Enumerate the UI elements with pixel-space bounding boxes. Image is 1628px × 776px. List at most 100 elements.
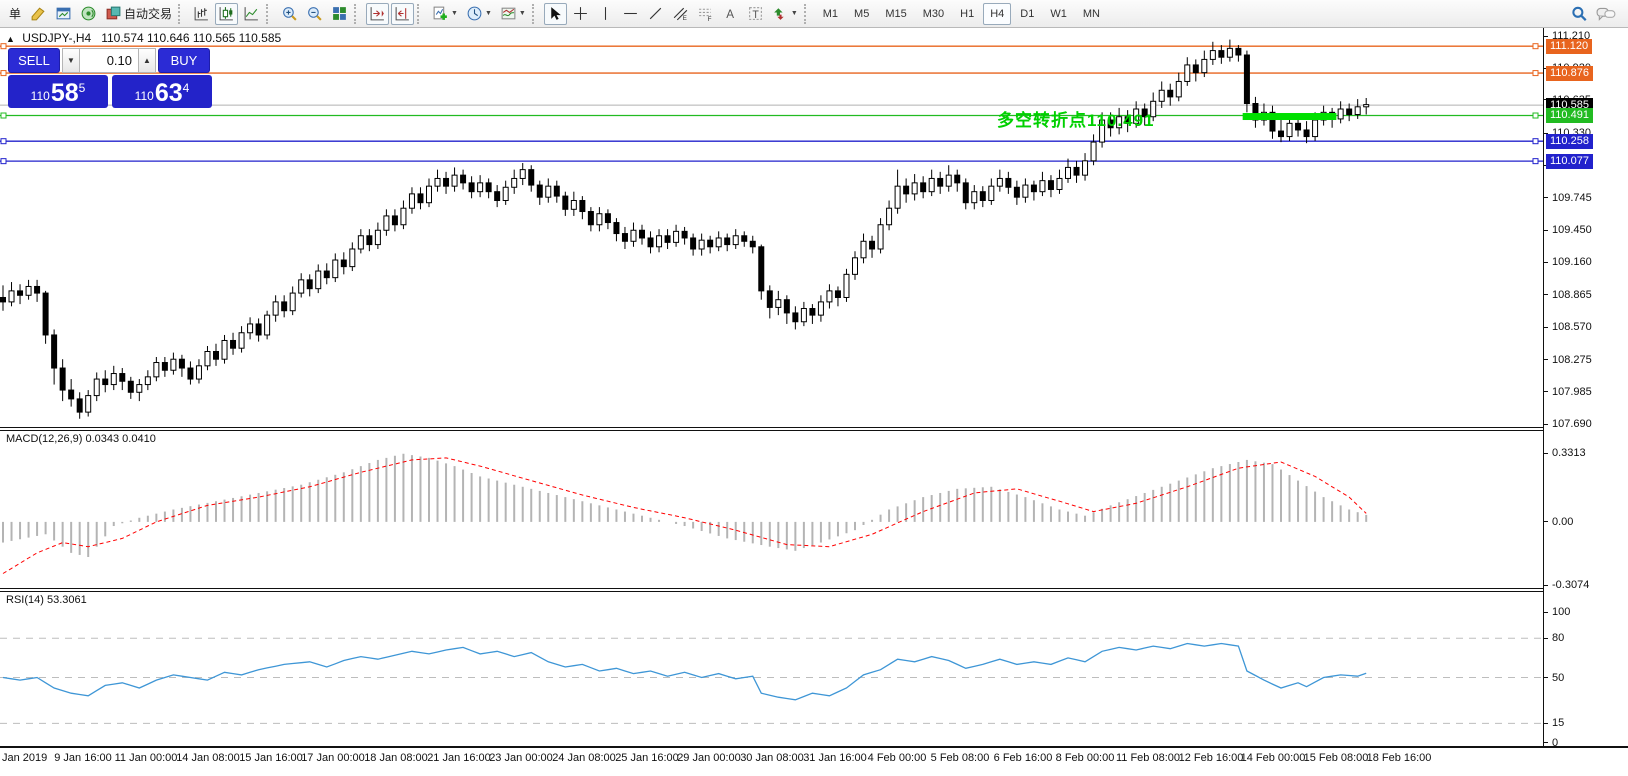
candle-body[interactable] bbox=[938, 178, 943, 186]
candle-body[interactable] bbox=[546, 186, 551, 197]
candle-body[interactable] bbox=[742, 236, 747, 242]
candle-body[interactable] bbox=[103, 379, 108, 385]
candle-body[interactable] bbox=[1159, 90, 1164, 101]
candle-body[interactable] bbox=[921, 183, 926, 192]
search-button[interactable] bbox=[1567, 3, 1591, 25]
candle-body[interactable] bbox=[801, 309, 806, 322]
candle-body[interactable] bbox=[529, 170, 534, 185]
cursor-button[interactable] bbox=[544, 3, 567, 25]
candle-body[interactable] bbox=[640, 230, 645, 238]
candle-body[interactable] bbox=[69, 390, 74, 399]
candle-body[interactable] bbox=[1023, 185, 1028, 197]
candle-body[interactable] bbox=[1313, 120, 1318, 137]
candle-body[interactable] bbox=[716, 238, 721, 247]
line-handle[interactable] bbox=[1533, 71, 1538, 76]
meta-editor-button[interactable] bbox=[27, 3, 50, 25]
candle-body[interactable] bbox=[52, 335, 57, 368]
candle-body[interactable] bbox=[222, 340, 227, 359]
candle-body[interactable] bbox=[1040, 181, 1045, 192]
candle-body[interactable] bbox=[657, 236, 662, 247]
candle-body[interactable] bbox=[469, 183, 474, 192]
candle-body[interactable] bbox=[614, 223, 619, 234]
candle-body[interactable] bbox=[1048, 181, 1053, 190]
timeframe-mn-button[interactable]: MN bbox=[1076, 3, 1107, 25]
signals-button[interactable] bbox=[77, 3, 100, 25]
vertical-line-button[interactable] bbox=[594, 3, 617, 25]
candle-body[interactable] bbox=[1347, 109, 1352, 115]
arrows-button[interactable]: ▼ bbox=[769, 3, 801, 25]
candle-body[interactable] bbox=[1244, 55, 1249, 103]
candle-body[interactable] bbox=[818, 302, 823, 315]
candle-body[interactable] bbox=[1287, 123, 1292, 136]
candle-body[interactable] bbox=[853, 258, 858, 275]
candle-body[interactable] bbox=[265, 315, 270, 335]
volume-increase-button[interactable]: ▲ bbox=[138, 48, 156, 73]
candle-body[interactable] bbox=[154, 363, 159, 377]
candle-body[interactable] bbox=[708, 240, 713, 247]
candle-body[interactable] bbox=[239, 333, 244, 348]
candle-body[interactable] bbox=[486, 183, 491, 192]
candle-body[interactable] bbox=[955, 175, 960, 183]
line-chart-button[interactable] bbox=[240, 3, 263, 25]
zoom-in-button[interactable] bbox=[278, 3, 301, 25]
candle-body[interactable] bbox=[784, 300, 789, 313]
candle-body[interactable] bbox=[196, 366, 201, 379]
candle-body[interactable] bbox=[358, 236, 363, 249]
candle-body[interactable] bbox=[929, 178, 934, 191]
candle-body[interactable] bbox=[870, 241, 875, 249]
chart-shift-button[interactable] bbox=[391, 3, 414, 25]
line-handle[interactable] bbox=[1533, 113, 1538, 118]
candle-body[interactable] bbox=[503, 187, 508, 200]
candle-body[interactable] bbox=[205, 351, 210, 365]
fibonacci-button[interactable]: F bbox=[694, 3, 717, 25]
toolbar-grip[interactable] bbox=[804, 4, 813, 24]
candle-body[interactable] bbox=[128, 381, 133, 392]
candle-body[interactable] bbox=[861, 241, 866, 258]
toolbar-grip[interactable] bbox=[532, 4, 541, 24]
candle-body[interactable] bbox=[631, 230, 636, 241]
candle-body[interactable] bbox=[333, 260, 338, 278]
candle-body[interactable] bbox=[691, 238, 696, 249]
candle-body[interactable] bbox=[1296, 123, 1301, 130]
candle-body[interactable] bbox=[537, 185, 542, 197]
volume-input[interactable]: 0.10 bbox=[80, 48, 138, 73]
candle-body[interactable] bbox=[1031, 185, 1036, 192]
candle-body[interactable] bbox=[94, 379, 99, 396]
auto-trading-button[interactable]: 自动交易 bbox=[102, 3, 175, 25]
candle-body[interactable] bbox=[427, 186, 432, 203]
toolbar-grip[interactable] bbox=[178, 4, 187, 24]
auto-scroll-button[interactable] bbox=[366, 3, 389, 25]
candle-body[interactable] bbox=[520, 170, 525, 179]
candle-body[interactable] bbox=[1176, 81, 1181, 96]
line-handle[interactable] bbox=[1, 71, 6, 76]
candle-body[interactable] bbox=[384, 216, 389, 230]
market-watch-button[interactable] bbox=[52, 3, 75, 25]
candle-body[interactable] bbox=[571, 200, 576, 209]
line-handle[interactable] bbox=[1, 159, 6, 164]
line-handle[interactable] bbox=[1533, 139, 1538, 144]
toolbar-grip[interactable] bbox=[417, 4, 426, 24]
candle-body[interactable] bbox=[665, 236, 670, 243]
candle-body[interactable] bbox=[282, 302, 287, 311]
time-axis[interactable]: 8 Jan 20199 Jan 16:0011 Jan 00:0014 Jan … bbox=[0, 750, 1543, 770]
buy-price-button[interactable]: 110 63 4 bbox=[112, 75, 212, 108]
candle-body[interactable] bbox=[461, 175, 466, 183]
candle-body[interactable] bbox=[341, 260, 346, 267]
timeframe-w1-button[interactable]: W1 bbox=[1043, 3, 1074, 25]
buy-button[interactable]: BUY bbox=[158, 48, 210, 73]
candle-body[interactable] bbox=[162, 363, 167, 371]
candle-body[interactable] bbox=[1355, 107, 1360, 115]
candle-body[interactable] bbox=[1057, 178, 1062, 189]
indicators-button[interactable]: ▼ bbox=[429, 3, 461, 25]
candle-body[interactable] bbox=[648, 238, 653, 247]
candle-body[interactable] bbox=[597, 214, 602, 225]
candle-body[interactable] bbox=[887, 208, 892, 225]
chat-button[interactable] bbox=[1593, 3, 1619, 25]
candle-body[interactable] bbox=[478, 183, 483, 192]
candle-body[interactable] bbox=[733, 236, 738, 245]
rsi-plot[interactable] bbox=[0, 592, 1543, 746]
candle-body[interactable] bbox=[750, 241, 755, 247]
candle-body[interactable] bbox=[980, 192, 985, 201]
candle-body[interactable] bbox=[563, 196, 568, 209]
candle-body[interactable] bbox=[844, 274, 849, 297]
